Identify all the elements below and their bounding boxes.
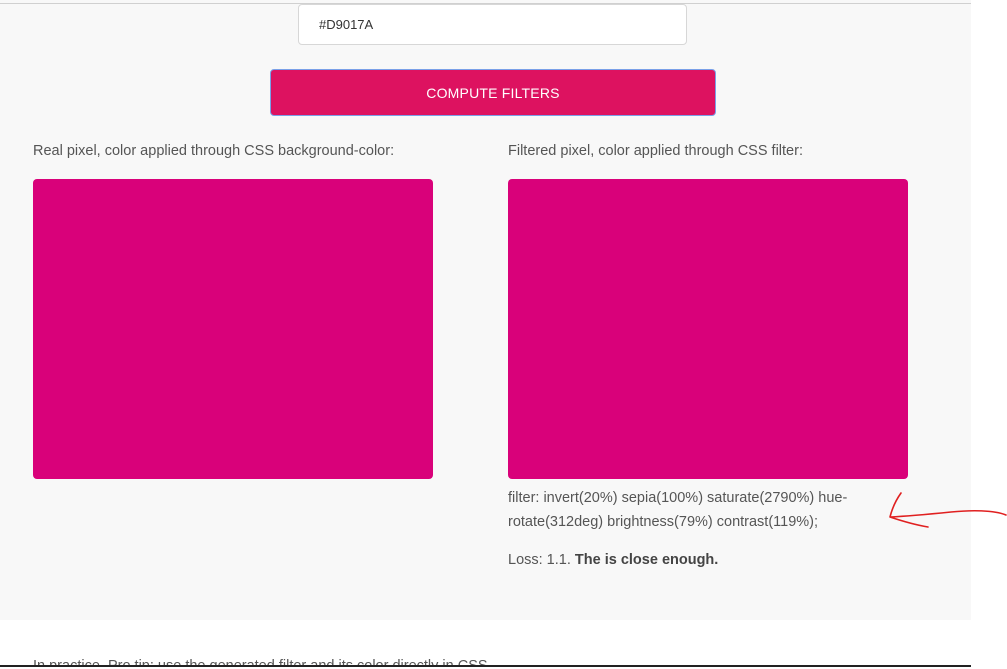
footer-text: In practice, Pro tip: use the generated … (33, 658, 492, 665)
real-pixel-swatch (33, 179, 433, 479)
color-input[interactable] (298, 4, 687, 45)
converter-panel: COMPUTE FILTERS Real pixel, color applie… (0, 0, 971, 620)
filter-result-text: filter: invert(20%) sepia(100%) saturate… (508, 490, 848, 530)
real-pixel-label: Real pixel, color applied through CSS ba… (33, 143, 395, 159)
annotation-arrow-icon (889, 492, 1007, 528)
compute-filters-button[interactable]: COMPUTE FILTERS (270, 69, 716, 116)
loss-verdict: The is close enough. (574, 552, 719, 568)
filtered-pixel-label: Filtered pixel, color applied through CS… (508, 143, 803, 159)
loss-value: Loss: 1.1. (508, 552, 571, 568)
filtered-pixel-swatch (508, 179, 908, 479)
loss-line: Loss: 1.1. The is close enough. (508, 552, 718, 568)
bottom-divider (0, 665, 971, 667)
